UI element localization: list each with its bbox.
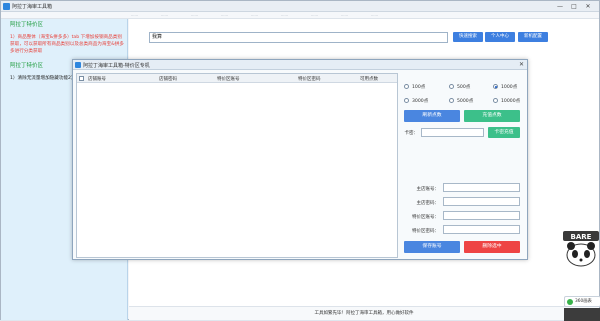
menu-item[interactable]: …… — [311, 13, 318, 17]
recharge-points-button[interactable]: 充值点数 — [464, 110, 520, 122]
card-recharge-button[interactable]: 卡密充值 — [488, 127, 520, 138]
search-input[interactable]: 我算 — [149, 32, 448, 43]
field-label: 主店账号： — [416, 187, 440, 192]
column-header[interactable]: 特价区账号 — [217, 76, 240, 82]
column-header[interactable]: 店铺密码 — [159, 76, 177, 82]
column-header[interactable]: 可用点数 — [360, 76, 378, 82]
dialog-title: 阿拉丁海审工具箱-特价区专机 — [83, 63, 150, 69]
main-window: 阿拉丁海审工具箱 — □ ✕ …… …… …… …… …… …… …… …… …… — [0, 0, 600, 321]
menu-item[interactable]: …… — [341, 13, 348, 17]
column-header[interactable]: 店铺账号 — [88, 76, 106, 82]
radio-10000[interactable]: 10000点 — [493, 98, 520, 104]
menu-item[interactable]: …… — [281, 13, 288, 17]
radio-100[interactable]: 100点 — [404, 84, 425, 90]
main-shop-password-input[interactable] — [443, 197, 520, 206]
delete-selected-button[interactable]: 删除选中 — [464, 241, 520, 253]
special-area-dialog: 阿拉丁海审工具箱-特价区专机 ✕ 店铺账号 店铺密码 特价区账号 特价区密码 可… — [72, 59, 528, 260]
menu-item[interactable]: …… — [191, 13, 198, 17]
main-shop-account-input[interactable] — [443, 183, 520, 192]
table-header: 店铺账号 店铺密码 特价区账号 特价区密码 可用点数 — [77, 74, 397, 83]
menu-item[interactable]: …… — [131, 13, 138, 17]
menu-item[interactable]: …… — [371, 13, 378, 17]
card-input[interactable] — [421, 128, 484, 137]
tray-text: 360画表 — [575, 299, 592, 304]
radio-label: 10000点 — [501, 99, 521, 104]
menu-item[interactable]: …… — [161, 13, 168, 17]
menu-item[interactable]: …… — [221, 13, 228, 17]
section-heading: 阿拉丁特价区 — [10, 63, 44, 69]
footer-text: 工具如繁先毕！阿拉丁海审工具箱，用心做好软件 — [129, 306, 599, 320]
menu-item[interactable]: …… — [251, 13, 258, 17]
special-password-input[interactable] — [443, 225, 520, 234]
section-heading: 阿拉丁特价区 — [10, 22, 44, 28]
menu-bar: …… …… …… …… …… …… …… …… …… — [1, 12, 599, 19]
column-header[interactable]: 特价区密码 — [298, 76, 321, 82]
360-icon — [567, 299, 573, 305]
mascot-label: BARE — [571, 233, 592, 241]
minimize-button[interactable]: — — [555, 2, 565, 11]
radio-icon — [493, 98, 498, 103]
radio-3000[interactable]: 3000点 — [404, 98, 428, 104]
radio-label: 500点 — [457, 85, 471, 90]
radio-icon — [449, 84, 454, 89]
save-account-button[interactable]: 保存账号 — [404, 241, 460, 253]
dialog-close-button[interactable]: ✕ — [519, 61, 524, 68]
special-account-input[interactable] — [443, 211, 520, 220]
radio-1000[interactable]: 1000点 — [493, 84, 517, 90]
field-label: 主店密码： — [416, 201, 440, 206]
refresh-points-button[interactable]: 刷新点数 — [404, 110, 460, 122]
radio-icon — [449, 98, 454, 103]
app-icon — [3, 3, 10, 10]
tray-notification[interactable]: 360画表 — [564, 296, 600, 307]
radio-icon — [404, 84, 409, 89]
radio-5000[interactable]: 5000点 — [449, 98, 473, 104]
config-button[interactable]: 新机配置 — [518, 32, 548, 42]
title-bar: 阿拉丁海审工具箱 — □ ✕ — [1, 1, 599, 12]
tip-text: 1）商品整体（海宝&拼多多）tab 下增加按钢商品类别获取，可以获取所有商品类别… — [10, 35, 124, 54]
radio-label: 100点 — [412, 85, 426, 90]
quick-search-button[interactable]: 快速搜索 — [453, 32, 483, 42]
close-button[interactable]: ✕ — [583, 2, 593, 11]
radio-500[interactable]: 500点 — [449, 84, 470, 90]
radio-label: 1000点 — [501, 85, 518, 90]
panda-mascot-icon: BARE — [563, 231, 599, 267]
select-all-checkbox[interactable] — [79, 76, 84, 81]
maximize-button[interactable]: □ — [569, 2, 579, 11]
radio-icon — [404, 98, 409, 103]
profile-button[interactable]: 个人中心 — [485, 32, 515, 42]
field-label: 特价区账号： — [412, 215, 439, 220]
dialog-title-bar: 阿拉丁海审工具箱-特价区专机 ✕ — [73, 60, 527, 70]
window-title: 阿拉丁海审工具箱 — [12, 4, 53, 10]
radio-label: 5000点 — [457, 99, 474, 104]
app-icon — [75, 62, 81, 68]
accounts-table[interactable]: 店铺账号 店铺密码 特价区账号 特价区密码 可用点数 — [76, 73, 398, 258]
right-panel: 100点 500点 1000点 3000点 5000点 10000点 刷新点数 … — [401, 73, 526, 258]
taskbar-strip — [564, 308, 600, 321]
radio-selected-icon — [493, 84, 498, 89]
radio-label: 3000点 — [412, 99, 429, 104]
field-label: 特价区密码： — [412, 229, 439, 234]
card-label: 卡密： — [404, 131, 419, 136]
